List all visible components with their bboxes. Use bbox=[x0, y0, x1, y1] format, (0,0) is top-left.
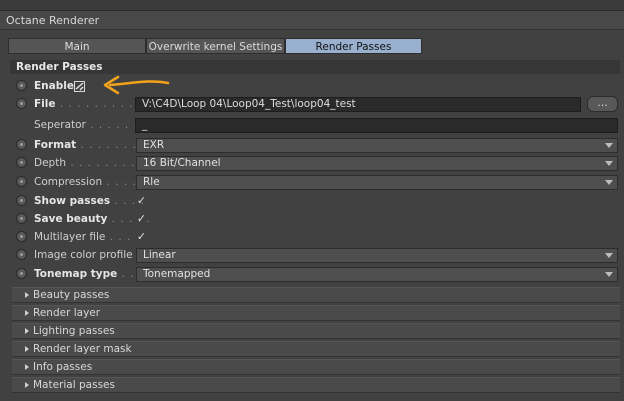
color-profile-label: Image color profile bbox=[34, 249, 133, 261]
file-path-input[interactable]: V:\C4D\Loop 04\Loop04_Test\loop04_test bbox=[135, 97, 581, 112]
tab-render-passes[interactable]: Render Passes bbox=[285, 38, 422, 54]
expand-triangle-icon bbox=[25, 292, 29, 298]
tonemap-row: Tonemap type . . . . Tonemapped bbox=[10, 266, 620, 283]
animation-radio-icon[interactable] bbox=[16, 268, 27, 279]
chevron-down-icon bbox=[605, 143, 613, 148]
animation-radio-icon[interactable] bbox=[16, 249, 27, 260]
tab-overwrite-kernel-settings[interactable]: Overwrite kernel Settings bbox=[146, 38, 285, 54]
chevron-down-icon bbox=[605, 253, 613, 258]
depth-value: 16 Bit/Channel bbox=[143, 157, 221, 169]
group-beauty-passes[interactable]: Beauty passes bbox=[12, 287, 620, 303]
separator-input[interactable]: _ bbox=[135, 118, 618, 133]
group-label: Beauty passes bbox=[33, 289, 110, 301]
group-render-layer[interactable]: Render layer bbox=[12, 305, 620, 321]
show-passes-row: Show passes . . . . ✓ bbox=[10, 193, 620, 210]
group-label: Render layer mask bbox=[33, 343, 132, 355]
animation-radio-icon[interactable] bbox=[16, 176, 27, 187]
show-passes-checkbox[interactable]: ✓ bbox=[136, 195, 147, 206]
expand-triangle-icon bbox=[25, 346, 29, 352]
enable-checkbox[interactable] bbox=[74, 81, 85, 92]
top-strip bbox=[0, 0, 624, 11]
file-label: File bbox=[34, 98, 56, 110]
multilayer-checkbox[interactable]: ✓ bbox=[136, 231, 147, 242]
group-render-layer-mask[interactable]: Render layer mask bbox=[12, 341, 620, 357]
file-row: File . . . . . . . . . . . . V:\C4D\Loop… bbox=[10, 96, 620, 113]
depth-row: Depth . . . . . . . . . . 16 Bit/Channel bbox=[10, 155, 620, 172]
format-dropdown[interactable]: EXR bbox=[136, 138, 618, 153]
browse-button[interactable]: ... bbox=[587, 96, 618, 112]
animation-radio-icon[interactable] bbox=[16, 195, 27, 206]
chevron-down-icon bbox=[605, 272, 613, 277]
window-title: Octane Renderer bbox=[0, 11, 624, 30]
show-passes-label: Show passes bbox=[34, 195, 111, 207]
format-row: Format . . . . . . . . . EXR bbox=[10, 137, 620, 154]
chevron-down-icon bbox=[605, 180, 613, 185]
group-info-passes[interactable]: Info passes bbox=[12, 359, 620, 375]
save-beauty-label: Save beauty bbox=[34, 213, 108, 225]
animation-radio-icon[interactable] bbox=[16, 231, 27, 242]
label-dots: . . . bbox=[105, 231, 132, 243]
annotation-arrow-icon bbox=[103, 75, 170, 95]
compression-dropdown[interactable]: Rle bbox=[136, 175, 618, 190]
format-value: EXR bbox=[143, 139, 165, 151]
separator-label: Seperator bbox=[34, 119, 86, 131]
group-label: Render layer bbox=[33, 307, 101, 319]
tonemap-value: Tonemapped bbox=[143, 268, 211, 280]
group-label: Info passes bbox=[33, 361, 93, 373]
chevron-down-icon bbox=[605, 161, 613, 166]
multilayer-row: Multilayer file . . . ✓ bbox=[10, 229, 620, 246]
group-material-passes[interactable]: Material passes bbox=[12, 377, 620, 393]
save-beauty-checkbox[interactable]: ✓ bbox=[136, 213, 147, 224]
compression-row: Compression . . . . . Rle bbox=[10, 174, 620, 191]
animation-radio-icon[interactable] bbox=[16, 98, 27, 109]
depth-label: Depth bbox=[34, 157, 66, 169]
animation-radio-icon[interactable] bbox=[16, 139, 27, 150]
animation-radio-icon[interactable] bbox=[16, 213, 27, 224]
enable-label: Enable bbox=[34, 80, 74, 92]
tonemap-label: Tonemap type bbox=[34, 268, 118, 280]
expand-triangle-icon bbox=[25, 364, 29, 370]
color-profile-value: Linear bbox=[143, 249, 176, 261]
save-beauty-row: Save beauty . . . . . ✓ bbox=[10, 211, 620, 228]
compression-value: Rle bbox=[143, 176, 160, 188]
expand-triangle-icon bbox=[25, 310, 29, 316]
tonemap-dropdown[interactable]: Tonemapped bbox=[136, 267, 618, 282]
color-profile-row: Image color profile Linear bbox=[10, 247, 620, 264]
tab-bar: Main Overwrite kernel Settings Render Pa… bbox=[8, 38, 422, 54]
expand-triangle-icon bbox=[25, 328, 29, 334]
depth-dropdown[interactable]: 16 Bit/Channel bbox=[136, 156, 618, 171]
animation-radio-icon[interactable] bbox=[16, 80, 27, 91]
color-profile-dropdown[interactable]: Linear bbox=[136, 248, 618, 263]
expand-triangle-icon bbox=[25, 382, 29, 388]
group-label: Material passes bbox=[33, 379, 115, 391]
group-lighting-passes[interactable]: Lighting passes bbox=[12, 323, 620, 339]
format-label: Format bbox=[34, 139, 77, 151]
compression-label: Compression bbox=[34, 176, 103, 188]
separator-row: Seperator . . . . . . . _ bbox=[10, 117, 620, 134]
tab-main[interactable]: Main bbox=[8, 38, 146, 54]
section-title: Render Passes bbox=[10, 60, 620, 74]
animation-radio-icon[interactable] bbox=[16, 157, 27, 168]
group-label: Lighting passes bbox=[33, 325, 115, 337]
multilayer-label: Multilayer file bbox=[34, 231, 106, 243]
